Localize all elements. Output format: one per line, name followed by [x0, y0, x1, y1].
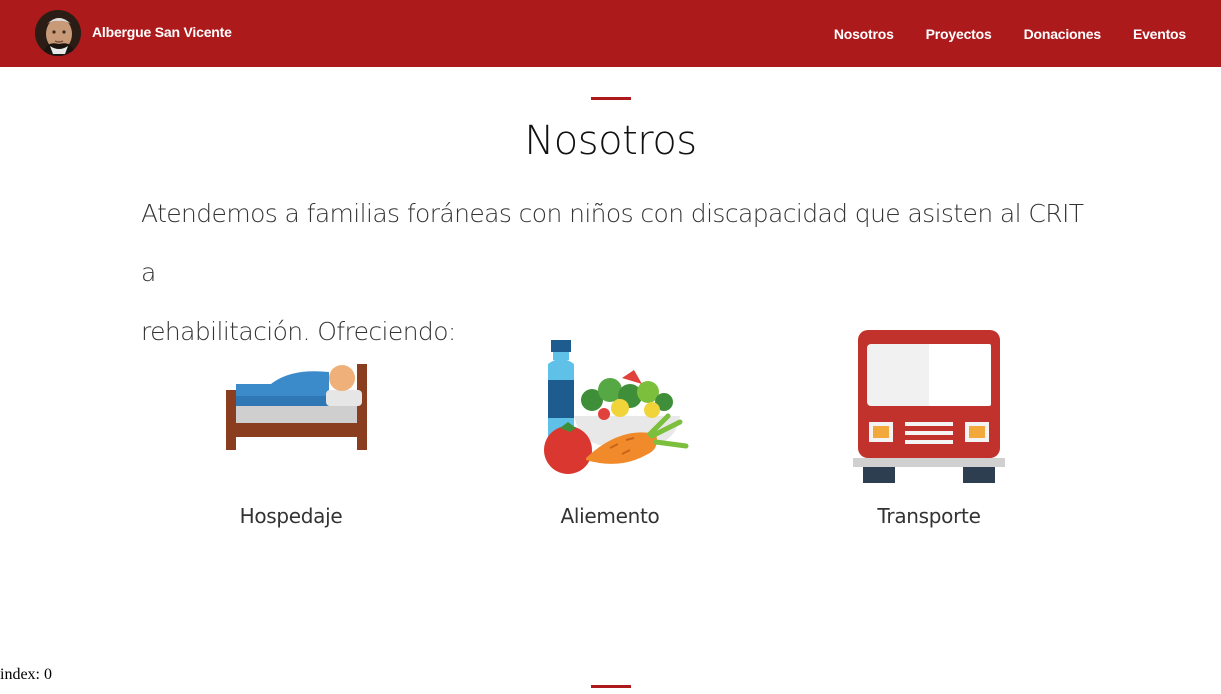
section-title: Nosotros: [524, 118, 697, 164]
next-section-accent-divider: [591, 685, 631, 688]
nav-link-proyectos[interactable]: Proyectos: [926, 26, 992, 42]
service-transporte: Transporte: [809, 330, 1049, 528]
bus-icon: [853, 330, 1005, 483]
nav-link-eventos[interactable]: Eventos: [1133, 26, 1186, 42]
navbar: Albergue San Vicente Nosotros Proyectos …: [0, 0, 1221, 67]
brand[interactable]: Albergue San Vicente: [35, 10, 232, 56]
nav-link-nosotros[interactable]: Nosotros: [834, 26, 894, 42]
brand-avatar: [35, 10, 81, 56]
service-label-transporte: Transporte: [877, 504, 981, 528]
index-note: index: 0: [0, 666, 52, 683]
food-icon: [544, 340, 689, 474]
bed-icon: [226, 364, 367, 450]
nav-menu: Nosotros Proyectos Donaciones Eventos: [802, 0, 1186, 67]
service-aliemento: Aliemento: [490, 330, 730, 528]
nav-link-donaciones[interactable]: Donaciones: [1024, 26, 1102, 42]
service-label-hospedaje: Hospedaje: [239, 504, 343, 528]
service-hospedaje: Hospedaje: [171, 330, 411, 528]
section-accent-divider: [591, 97, 631, 100]
brand-name: Albergue San Vicente: [92, 24, 232, 40]
service-label-aliemento: Aliemento: [560, 504, 660, 528]
intro-line-1: Atendemos a familias foráneas con niños …: [141, 199, 1084, 287]
